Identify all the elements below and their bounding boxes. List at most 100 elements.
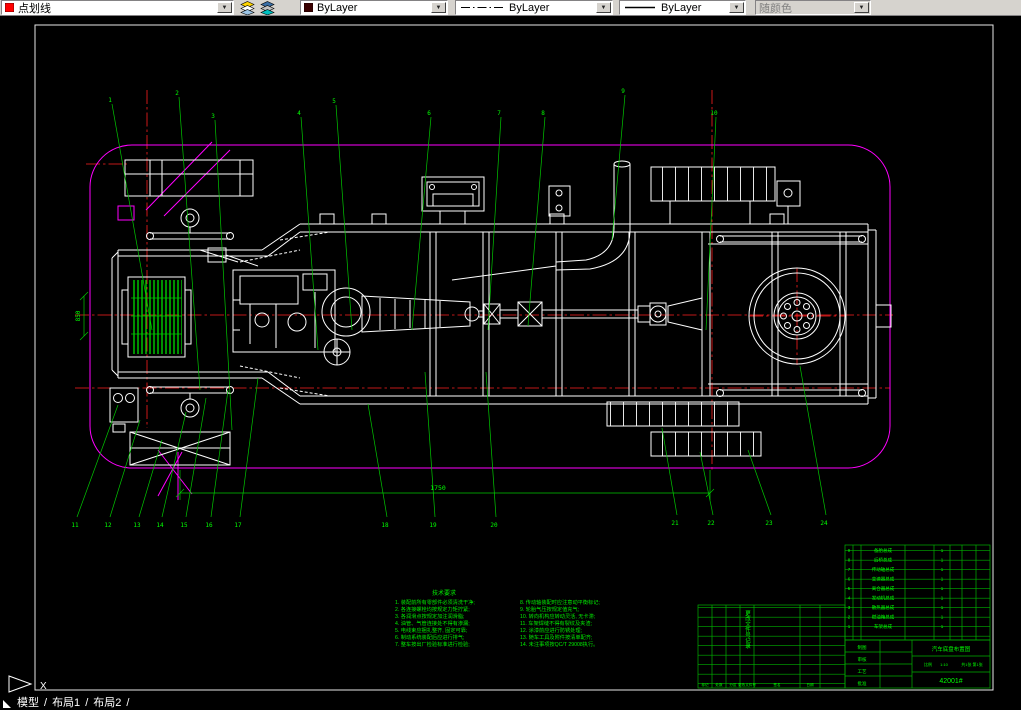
tab-layout2[interactable]: 布局2 [93, 697, 121, 710]
callout-label: 9 [621, 88, 625, 95]
rev-header: 标记 [701, 682, 709, 687]
note-line: 6. 制动系统装配后应进行排气; [395, 633, 464, 641]
note-line: 12. 涂漆前应进行防锈处理; [520, 626, 582, 634]
layers-icon [239, 0, 255, 15]
tab-layout1[interactable]: 布局1 [52, 697, 80, 710]
callout-label: 15 [180, 522, 188, 529]
callout-label: 14 [156, 522, 164, 529]
radiator [121, 276, 192, 358]
object-properties-toolbar: 点划线 ▼ ByLayer ▼ ByLayer ▼ ByLayer ▼ 随颜色 … [0, 0, 1021, 16]
chassis-drawing: 1 2 3 4 5 6 7 8 9 10 11 12 13 14 15 16 1… [8, 24, 994, 693]
color-value-label: ByLayer [317, 1, 358, 14]
part-name: 备胎总成 [874, 547, 892, 554]
chassis-frame [109, 159, 892, 466]
title-row-label: 工艺 [858, 669, 867, 674]
chevron-down-icon[interactable]: ▼ [596, 2, 611, 13]
callout-label: 5 [332, 98, 336, 105]
note-line: 5. 电线束应捆扎整齐, 固定可靠; [395, 626, 467, 634]
linetype-sample-icon [461, 7, 503, 8]
callout-label: 21 [671, 520, 679, 527]
color-dropdown[interactable]: ByLayer ▼ [300, 0, 448, 15]
layer-name-label: 点划线 [18, 2, 51, 15]
part-name: 传动轴总成 [872, 566, 895, 573]
ucs-icon: X [8, 675, 47, 693]
model-space-canvas[interactable]: 1 2 3 4 5 6 7 8 9 10 11 12 13 14 15 16 1… [0, 16, 1021, 697]
note-line: 8. 传动轴装配时应注意动平衡标记; [520, 598, 600, 606]
tab-model[interactable]: 模型 [17, 697, 39, 710]
note-line: 1. 装配前所有零部件必须清洗干净; [395, 598, 475, 606]
notes-title: 技术要求 [432, 589, 456, 597]
callout-label: 22 [707, 520, 715, 527]
sheet-info: 共1张 第1张 [961, 661, 983, 667]
callout-label: 17 [234, 522, 242, 529]
exhaust-pipe [451, 160, 631, 281]
callout-label: 23 [765, 520, 773, 527]
lineweight-dropdown[interactable]: ByLayer ▼ [619, 0, 746, 15]
ucs-axis-label: X [40, 681, 47, 692]
rev-column-note: 更改文件号记录 [744, 610, 751, 649]
part-name: 车架总成 [874, 623, 892, 630]
tab-separator: / [126, 697, 130, 709]
rev-header: 日期 [806, 682, 814, 687]
linetype-dropdown[interactable]: ByLayer ▼ [455, 0, 613, 15]
layout-tab-bar: 模型 / 布局1 / 布局2 / [0, 697, 1021, 710]
mounted-equipment [109, 159, 801, 466]
callout-label: 2 [175, 90, 179, 97]
note-line: 4. 油管、气管连接处不得有渗漏; [395, 619, 470, 627]
part-name: 变速器总成 [872, 576, 895, 583]
part-name: 燃油箱总成 [872, 614, 895, 621]
drawing-number: 42001# [939, 678, 962, 685]
callout-label: 12 [104, 522, 112, 529]
part-name: 散热器总成 [872, 604, 895, 611]
note-line: 9. 轮胎气压按规定值充气; [520, 605, 579, 613]
dimension-length: 1750 [430, 484, 446, 492]
layers-manager-icon[interactable] [238, 0, 256, 15]
callout-label: 7 [497, 110, 501, 117]
layer-color-swatch [5, 3, 14, 12]
part-name: 离合器总成 [872, 585, 895, 592]
technical-notes: 技术要求 1. 装配前所有零部件必须清洗干净; 2. 各连接螺栓均按规定力矩拧紧… [395, 589, 600, 648]
rev-header: 签名 [773, 682, 781, 687]
dimension-width: 850 [75, 310, 82, 321]
rear-axle [649, 232, 866, 397]
lineweight-value-label: ByLayer [661, 1, 702, 14]
note-line: 7. 整车按出厂检验标准进行检验; [395, 640, 470, 648]
note-line: 13. 随车工具及附件按清单配齐; [520, 633, 592, 641]
callout-label: 24 [820, 520, 828, 527]
callout-label: 19 [429, 522, 437, 529]
lineweight-sample-icon [625, 6, 655, 9]
layer-dropdown[interactable]: 点划线 ▼ [1, 0, 234, 15]
note-line: 14. 未注事项按QC/T 29008执行。 [520, 640, 598, 648]
chevron-down-icon[interactable]: ▼ [431, 2, 446, 13]
layer-states-icon [259, 0, 275, 15]
plotstyle-dropdown: 随颜色 ▼ [755, 0, 871, 15]
rev-header: 更改文件号 [738, 682, 756, 687]
note-line: 11. 车架焊缝不得有裂纹及夹渣; [520, 619, 592, 627]
chevron-down-icon: ▼ [854, 2, 869, 13]
callout-label: 3 [211, 113, 215, 120]
title-row-label: 制图 [858, 644, 867, 651]
callout-label: 6 [427, 110, 431, 117]
plotstyle-value-label: 随颜色 [759, 2, 792, 15]
note-line: 10. 转向机构应转动灵活, 无卡滞; [520, 612, 595, 620]
callout-label: 20 [490, 522, 498, 529]
linetype-value-label: ByLayer [509, 1, 550, 14]
callout-label: 13 [133, 522, 141, 529]
callout-label: 11 [71, 522, 79, 529]
model-tab-icon [3, 699, 11, 708]
title-row-label: 批准 [858, 680, 867, 687]
chevron-down-icon[interactable]: ▼ [729, 2, 744, 13]
engine [232, 269, 336, 353]
rev-header: 分区 [729, 682, 737, 687]
layer-states-button[interactable] [258, 0, 276, 15]
transmission [321, 287, 480, 366]
callout-label: 8 [541, 110, 545, 117]
callout-label: 4 [297, 110, 301, 117]
title-row-label: 审核 [858, 656, 867, 663]
part-name: 后桥总成 [874, 557, 892, 564]
chevron-down-icon[interactable]: ▼ [217, 2, 232, 13]
tab-separator: / [44, 697, 48, 709]
note-line: 2. 各连接螺栓均按规定力矩拧紧; [395, 605, 470, 613]
callout-label: 1 [108, 97, 112, 104]
callout-label: 16 [205, 522, 213, 529]
